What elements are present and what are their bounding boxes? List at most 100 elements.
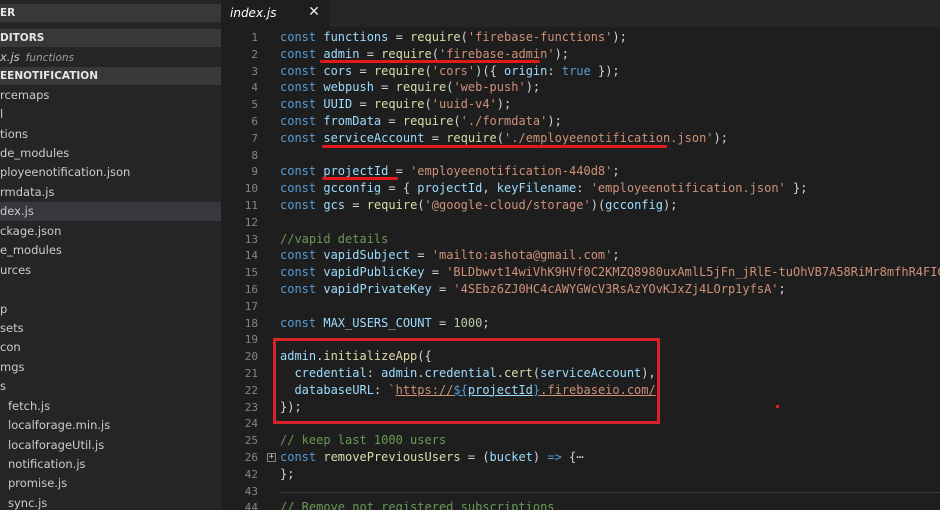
tree-item[interactable]: sync.js — [0, 494, 221, 510]
code-token: : — [547, 63, 562, 78]
code-line[interactable]: 6 const fromData = require('./formdata'); — [221, 113, 940, 130]
code-token: }; — [785, 181, 808, 196]
code-token: ( — [424, 97, 432, 112]
code-token: const — [280, 97, 324, 112]
code-token: 'employeenotification.json' — [590, 181, 786, 196]
code-token: = ( — [460, 450, 490, 464]
code-line[interactable]: 5 const UUID = require('uuid-v4'); — [221, 96, 940, 113]
code-token: ; — [482, 315, 490, 330]
tree-item[interactable]: dex.js — [0, 202, 221, 221]
code-token: ); — [547, 114, 562, 128]
line-number: 15 — [244, 266, 258, 280]
tab-index-js[interactable]: index.js ✕ — [221, 0, 329, 27]
code-line[interactable]: 3 const cors = require('cors')({ origin: … — [221, 63, 940, 80]
code-token: 'BLDbwvt14wiVhK9HVf0C2KMZQ8980uxAmlL5jFn… — [446, 265, 940, 280]
line-number: 25 — [244, 434, 258, 448]
tree-item[interactable]: tions — [0, 125, 221, 144]
code-line[interactable]: 11 const gcs = require('@google-cloud/sto… — [221, 197, 940, 214]
code-line[interactable]: 4 const webpush = require('web-push'); — [221, 79, 940, 96]
code-token: gcconfig — [323, 181, 382, 196]
code-line[interactable]: 12 — [221, 214, 940, 231]
code-line[interactable]: 16 const vapidPrivateKey = '4SEbz6ZJ0HC4c… — [221, 281, 940, 298]
tree-item[interactable]: con — [0, 338, 221, 357]
tree-item-label: fetch.js — [8, 399, 51, 413]
line-number: 19 — [244, 333, 258, 347]
code-token: , — [482, 181, 497, 196]
tree-item[interactable]: de_modules — [0, 144, 221, 163]
annotation-box-initialize-app — [273, 338, 660, 424]
line-number: 4 — [251, 81, 258, 95]
tree-item[interactable] — [0, 280, 221, 299]
close-icon[interactable]: ✕ — [307, 4, 321, 20]
code-token: ( — [431, 46, 439, 61]
line-number: 11 — [244, 199, 258, 212]
tree-item[interactable]: promise.js — [0, 474, 221, 493]
code-text: }; — [280, 466, 294, 483]
tree-item[interactable]: urces — [0, 261, 221, 280]
project-header[interactable]: EENOTIFICATION — [0, 67, 221, 85]
code-token: : — [576, 181, 591, 196]
code-token: ; — [778, 282, 786, 296]
code-token: ( — [424, 63, 432, 78]
code-line[interactable]: 14 const vapidSubject = 'mailto:ashota@gm… — [221, 247, 940, 264]
code-token: require — [446, 130, 497, 145]
code-token: serviceAccount — [323, 130, 425, 145]
code-line[interactable]: 44 // Remove not registered subscriptions — [221, 499, 940, 510]
tree-item-label: con — [0, 340, 21, 354]
code-token: require — [395, 80, 447, 95]
tree-item-label: ployeenotification.json — [0, 165, 131, 179]
tree-item[interactable]: ployeenotification.json — [0, 163, 221, 182]
code-token: '4SEbz6ZJ0HC4cAWYGWcV3RsAzYOvKJxZj4LOrp1… — [453, 282, 779, 296]
code-line[interactable]: 18 const MAX_USERS_COUNT = 1000; — [221, 315, 940, 332]
fold-expand-icon[interactable]: + — [267, 453, 276, 462]
line-number: 42 — [244, 467, 258, 481]
open-editors-header[interactable]: DITORS — [0, 29, 221, 47]
annotation-underline-project-id — [322, 177, 398, 180]
code-line[interactable]: 10 const gcconfig = { projectId, keyFilen… — [221, 180, 940, 197]
tree-item[interactable]: mgs — [0, 358, 221, 377]
code-token: // Remove not registered subscriptions — [280, 500, 555, 510]
open-editor-item[interactable]: x.js functions — [0, 48, 221, 67]
tree-item[interactable]: e_modules — [0, 241, 221, 260]
code-line[interactable]: 1 const functions = require('firebase-fun… — [221, 29, 940, 46]
line-number: 13 — [244, 232, 258, 246]
line-number: 20 — [244, 350, 258, 364]
code-token: = — [410, 248, 432, 263]
code-line[interactable]: 26 + const removePreviousUsers = (bucket) … — [221, 449, 940, 466]
code-token: ); — [713, 130, 728, 145]
code-token: bucket — [489, 450, 533, 464]
tree-item[interactable]: ckage.json — [0, 222, 221, 241]
code-token: gcconfig — [605, 198, 663, 212]
code-line[interactable]: 42}; — [221, 466, 940, 483]
line-number: 22 — [244, 383, 258, 397]
code-token: functions — [323, 30, 389, 44]
tree-item[interactable]: localforage.min.js — [0, 416, 221, 435]
tree-item[interactable]: s — [0, 377, 221, 396]
tree-item[interactable]: fetch.js — [0, 397, 221, 416]
tree-item[interactable]: notification.js — [0, 455, 221, 474]
code-token: const — [280, 282, 324, 296]
tree-item[interactable]: rmdata.js — [0, 183, 221, 202]
tree-item-label: dex.js — [0, 204, 34, 218]
tree-item[interactable]: p — [0, 300, 221, 319]
code-token: const — [280, 181, 324, 196]
code-line[interactable]: 25 // keep last 1000 users — [221, 432, 940, 449]
code-token: ; — [612, 248, 620, 263]
tree-item[interactable]: rcemaps — [0, 86, 221, 105]
tree-item[interactable]: localforageUtil.js — [0, 436, 221, 455]
explorer-header[interactable]: ER — [0, 4, 221, 22]
code-editor[interactable]: 1 const functions = require('firebase-fun… — [221, 27, 940, 510]
code-line[interactable]: 13 //vapid details — [221, 231, 940, 248]
code-text: const vapidSubject = 'mailto:ashota@gmai… — [280, 247, 620, 264]
line-number: 14 — [244, 249, 258, 263]
code-token: ( — [453, 114, 461, 128]
tree-item[interactable]: sets — [0, 319, 221, 338]
tree-item[interactable]: l — [0, 105, 221, 124]
code-token: require — [381, 46, 432, 61]
code-text: const cors = require('cors')({ origin: t… — [280, 63, 620, 80]
code-text: const vapidPublicKey = 'BLDbwvt14wiVhK9H… — [280, 264, 940, 281]
code-line[interactable]: 17 — [221, 298, 940, 315]
code-line[interactable]: 15 const vapidPublicKey = 'BLDbwvt14wiVhK… — [221, 264, 940, 281]
code-token: const — [280, 265, 324, 280]
code-line[interactable]: 8 — [221, 147, 940, 164]
